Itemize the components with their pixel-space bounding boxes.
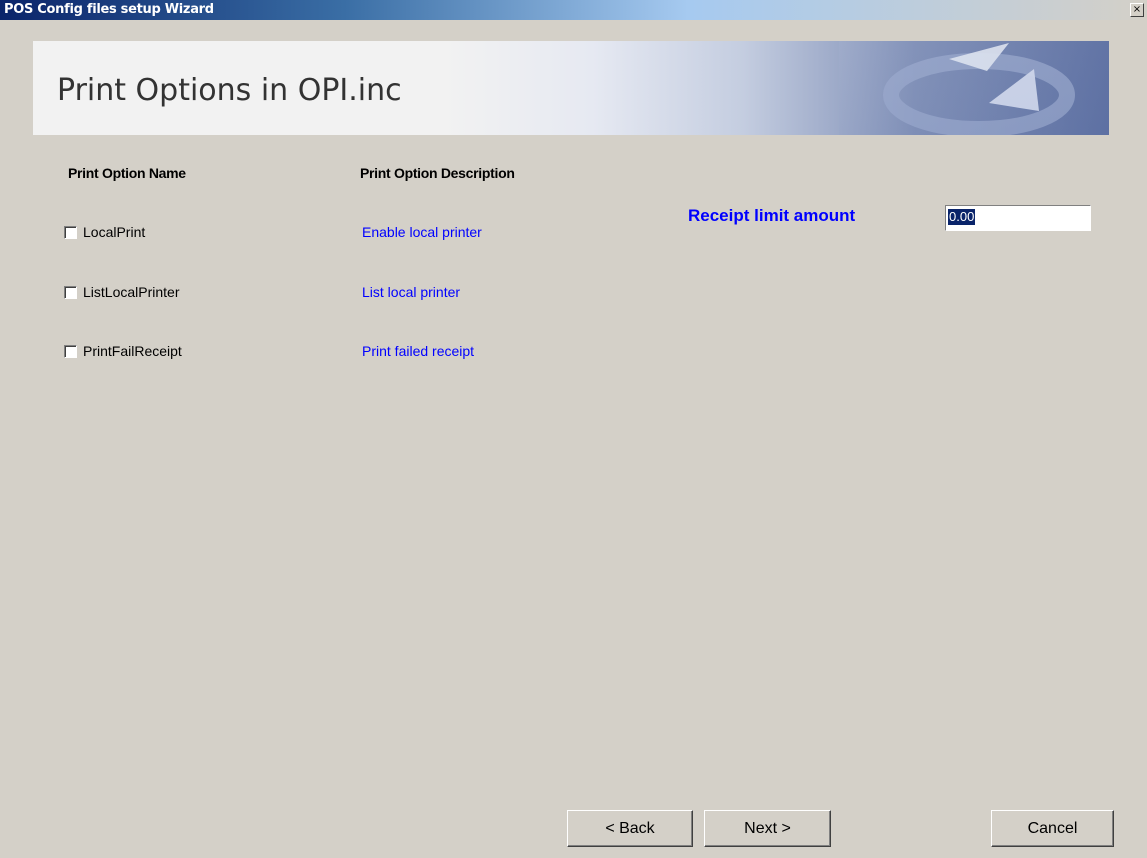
cancel-button[interactable]: Cancel	[991, 810, 1114, 847]
option-name-header: Print Option Name	[68, 165, 186, 181]
option-label[interactable]: LocalPrint	[83, 224, 145, 240]
back-button[interactable]: < Back	[567, 810, 693, 847]
page-title: Print Options in OPI.inc	[57, 73, 402, 108]
header-banner: Print Options in OPI.inc	[33, 41, 1109, 135]
printfailreceipt-checkbox[interactable]	[64, 345, 77, 358]
option-description: Enable local printer	[362, 224, 482, 240]
option-label[interactable]: PrintFailReceipt	[83, 343, 182, 359]
option-label[interactable]: ListLocalPrinter	[83, 284, 180, 300]
title-bar[interactable]: POS Config files setup Wizard ×	[0, 0, 1147, 20]
listlocalprinter-checkbox[interactable]	[64, 286, 77, 299]
wizard-arrow-logo-icon	[839, 41, 1109, 135]
option-description-header: Print Option Description	[360, 165, 515, 181]
receipt-limit-value[interactable]: 0.00	[948, 209, 976, 225]
close-icon[interactable]: ×	[1130, 3, 1144, 17]
option-description: List local printer	[362, 284, 461, 300]
wizard-window: POS Config files setup Wizard × Print Op…	[0, 0, 1147, 858]
receipt-limit-label: Receipt limit amount	[688, 206, 856, 225]
next-button[interactable]: Next >	[704, 810, 831, 847]
option-description: Print failed receipt	[362, 343, 475, 359]
localprint-checkbox[interactable]	[64, 226, 77, 239]
window-title: POS Config files setup Wizard	[4, 2, 214, 17]
